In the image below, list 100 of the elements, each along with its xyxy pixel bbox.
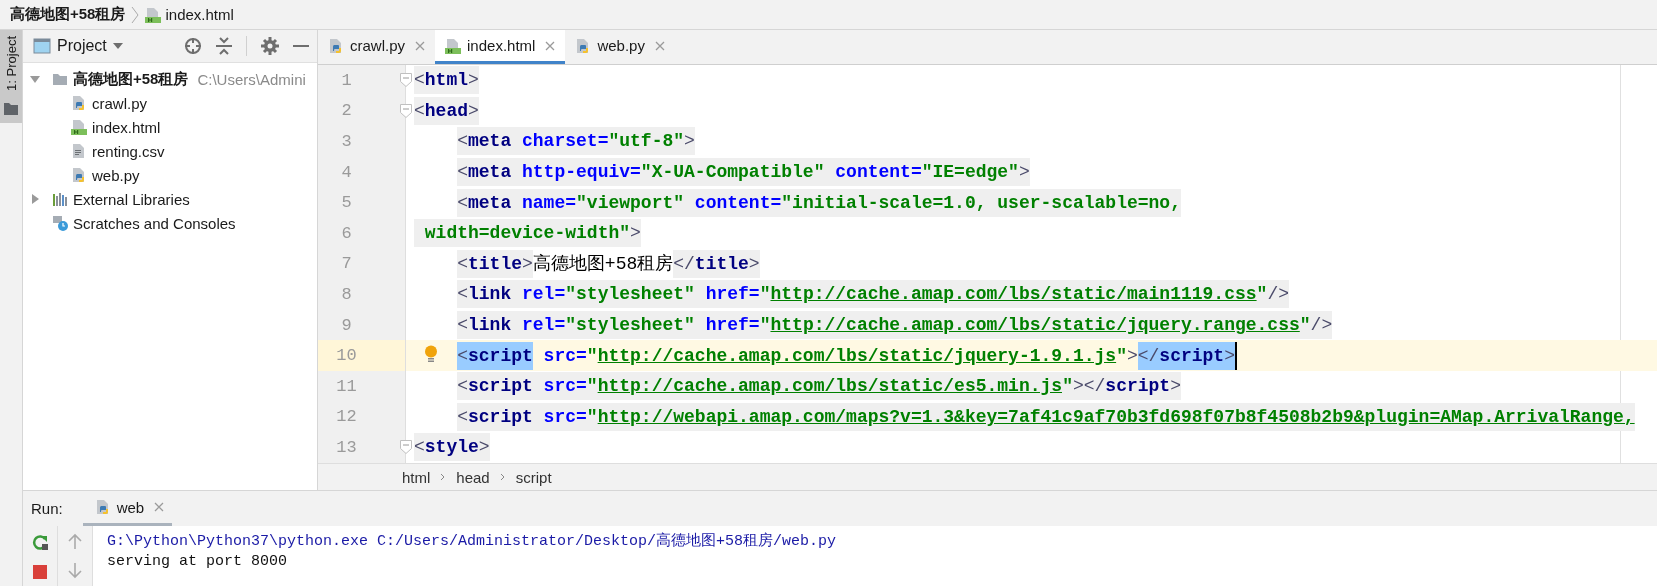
code-token: >	[748, 249, 760, 278]
code-token: <	[414, 96, 425, 125]
code-token: meta	[468, 158, 512, 187]
code-token: "	[586, 344, 598, 368]
code-token: "	[1116, 344, 1127, 368]
code-token: >	[1224, 341, 1237, 370]
python-file-icon	[94, 499, 111, 515]
code-token: <	[414, 66, 425, 95]
close-icon[interactable]	[654, 40, 665, 51]
code-token: script	[468, 372, 533, 401]
code-token: rel=	[511, 311, 566, 340]
collapse-all-icon[interactable]	[216, 37, 232, 55]
code-token: meta	[468, 127, 512, 156]
editor-tab[interactable]: web.py	[565, 30, 675, 64]
line-number: 2	[318, 95, 406, 127]
close-icon[interactable]	[154, 502, 165, 512]
code-token: title	[694, 249, 749, 278]
expand-arrow-icon[interactable]	[29, 193, 41, 205]
down-arrow-icon[interactable]	[68, 563, 82, 579]
code-token: >	[630, 219, 641, 248]
window-icon	[33, 38, 51, 54]
code-token: <	[457, 188, 468, 217]
settings-icon[interactable]	[261, 37, 279, 55]
code-token: ></	[1072, 372, 1106, 401]
line-number: 12	[318, 401, 406, 433]
code-token: width=device-width"	[414, 219, 631, 248]
close-icon[interactable]	[415, 40, 425, 51]
minimize-icon[interactable]	[293, 44, 309, 48]
tree-item[interactable]: crawl.py	[23, 91, 317, 115]
code-token: "	[1299, 311, 1311, 340]
code-token: rel=	[511, 280, 566, 309]
code-token: link	[468, 280, 512, 309]
html-file-icon	[71, 119, 87, 135]
code-token: http://cache.amap.com/lbs/static/jquery.range.css	[770, 311, 1300, 340]
text-file-icon	[71, 143, 87, 159]
code-token: title	[468, 249, 522, 278]
project-view-dropdown[interactable]: Project	[33, 37, 123, 55]
console-line: serving at port 8000	[107, 552, 289, 572]
code-token: html	[424, 66, 469, 95]
lightbulb-icon[interactable]	[424, 345, 438, 364]
breadcrumb-item[interactable]: 高德地图+58租房	[10, 5, 126, 24]
code-token: <	[457, 280, 468, 309]
python-file-icon	[71, 167, 87, 183]
fold-marker-icon[interactable]	[400, 103, 412, 118]
tree-item[interactable]: 高德地图+58租房 C:\Users\Admini	[23, 67, 317, 91]
run-label: Run:	[31, 500, 63, 517]
code-token: name=	[511, 188, 577, 217]
code-token: >	[468, 66, 479, 95]
scratch-clock-icon	[52, 215, 68, 231]
code-token: <	[457, 158, 468, 187]
code-token: "IE=edge"	[921, 158, 1019, 187]
breadcrumb-item[interactable]: script	[515, 468, 552, 486]
editor-tab[interactable]: crawl.py	[318, 30, 435, 64]
editor-tab[interactable]: index.html	[435, 30, 566, 64]
code-token: http://cache.amap.com/lbs/static/es5.min.js	[597, 372, 1063, 401]
html-file-icon	[445, 37, 461, 54]
code-token: "viewport"	[576, 188, 685, 217]
line-number: 6	[318, 217, 406, 249]
code-token: http://cache.amap.com/lbs/static/jquery-1.9.1.js	[597, 344, 1117, 368]
code-token: >	[684, 127, 695, 156]
html-file-icon	[145, 6, 162, 23]
project-tool-tab[interactable]: 1: Project	[0, 30, 22, 123]
code-token: "X-UA-Compatible"	[640, 158, 825, 187]
code-token: "	[586, 402, 598, 431]
breadcrumb-item[interactable]: index.html	[145, 6, 234, 23]
breadcrumb-item[interactable]: head	[456, 468, 490, 486]
tree-item[interactable]: web.py	[23, 163, 317, 187]
tree-item[interactable]: Scratches and Consoles	[23, 211, 317, 235]
fold-marker-icon[interactable]	[400, 440, 412, 455]
console-line: G:\Python\Python37\python.exe C:/Users/Administrator/Desktop/高德地图+58租房/web.py	[107, 532, 837, 552]
code-token: charset=	[511, 127, 609, 156]
tree-item[interactable]: renting.csv	[23, 139, 317, 163]
code-token: <	[457, 127, 468, 156]
breadcrumb-item[interactable]: html	[402, 468, 431, 486]
code-token: <	[457, 402, 468, 431]
code-token: href=	[694, 311, 760, 340]
crosshair-icon[interactable]	[184, 37, 202, 55]
close-icon[interactable]	[545, 40, 556, 51]
chevron-icon	[499, 472, 506, 482]
line-number: 8	[318, 279, 406, 310]
code-token: </	[1137, 341, 1160, 370]
tree-item[interactable]: External Libraries	[23, 187, 317, 211]
rerun-icon[interactable]	[31, 533, 49, 551]
code-token: "stylesheet"	[565, 280, 695, 309]
up-arrow-icon[interactable]	[68, 533, 82, 549]
expand-arrow-icon[interactable]	[29, 73, 41, 85]
code-token: <	[457, 311, 468, 340]
code-token: src=	[532, 402, 587, 431]
code-token: <	[457, 341, 468, 370]
code-token: http-equiv=	[511, 158, 641, 187]
tree-item[interactable]: index.html	[23, 115, 317, 139]
code-token: src=	[542, 344, 587, 368]
caret-icon	[112, 43, 123, 49]
code-token: "	[759, 280, 771, 309]
code-token: >	[1018, 158, 1030, 187]
code-token: <	[457, 249, 468, 278]
code-token: script	[468, 402, 533, 431]
fold-marker-icon[interactable]	[400, 73, 412, 88]
line-number: 5	[318, 187, 406, 218]
line-number: 13	[318, 432, 406, 463]
